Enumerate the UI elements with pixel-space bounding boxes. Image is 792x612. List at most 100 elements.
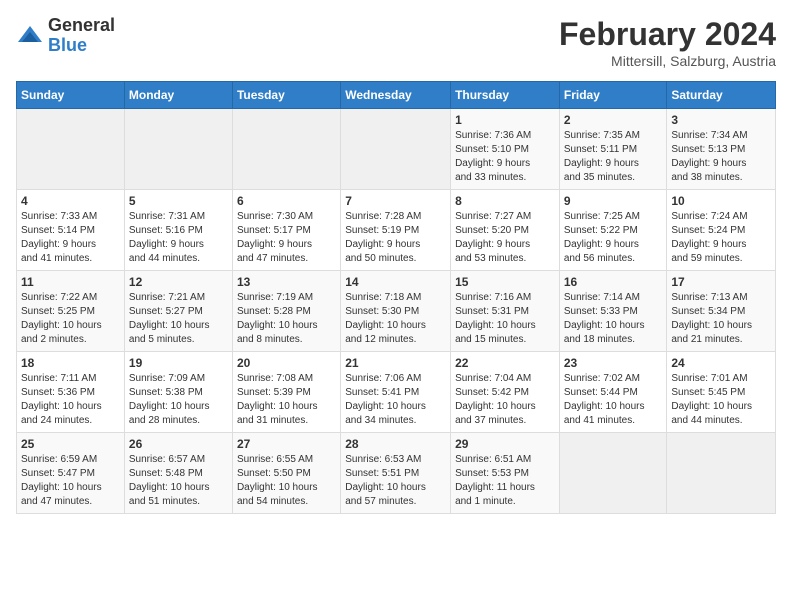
day-number: 16 bbox=[564, 275, 663, 289]
table-row: 14 Sunrise: 7:18 AM Sunset: 5:30 PM Dayli… bbox=[341, 271, 451, 352]
day-number: 22 bbox=[455, 356, 555, 370]
header-thursday: Thursday bbox=[451, 82, 560, 109]
table-row: 3 Sunrise: 7:34 AM Sunset: 5:13 PM Daylig… bbox=[667, 109, 776, 190]
day-number: 9 bbox=[564, 194, 663, 208]
header-row: Sunday Monday Tuesday Wednesday Thursday… bbox=[17, 82, 776, 109]
header-friday: Friday bbox=[559, 82, 667, 109]
day-info: Sunrise: 7:08 AM Sunset: 5:39 PM Dayligh… bbox=[237, 372, 336, 428]
day-info: Sunrise: 7:01 AM Sunset: 5:45 PM Dayligh… bbox=[671, 372, 771, 428]
calendar-week-row: 4 Sunrise: 7:33 AM Sunset: 5:14 PM Daylig… bbox=[17, 190, 776, 271]
calendar: Sunday Monday Tuesday Wednesday Thursday… bbox=[16, 81, 776, 514]
day-info: Sunrise: 6:55 AM Sunset: 5:50 PM Dayligh… bbox=[237, 453, 336, 509]
day-number: 17 bbox=[671, 275, 771, 289]
day-info: Sunrise: 7:02 AM Sunset: 5:44 PM Dayligh… bbox=[564, 372, 663, 428]
table-row: 12 Sunrise: 7:21 AM Sunset: 5:27 PM Dayli… bbox=[124, 271, 232, 352]
day-number: 2 bbox=[564, 113, 663, 127]
day-info: Sunrise: 7:33 AM Sunset: 5:14 PM Dayligh… bbox=[21, 210, 120, 266]
calendar-week-row: 1Sunrise: 7:36 AM Sunset: 5:10 PM Daylig… bbox=[17, 109, 776, 190]
day-info: Sunrise: 7:16 AM Sunset: 5:31 PM Dayligh… bbox=[455, 291, 555, 347]
day-info: Sunrise: 7:30 AM Sunset: 5:17 PM Dayligh… bbox=[237, 210, 336, 266]
table-row: 7Sunrise: 7:28 AM Sunset: 5:19 PM Daylig… bbox=[341, 190, 451, 271]
logo-icon bbox=[16, 22, 44, 50]
table-row: 10 Sunrise: 7:24 AM Sunset: 5:24 PM Dayli… bbox=[667, 190, 776, 271]
day-number: 11 bbox=[21, 275, 120, 289]
table-row: 15Sunrise: 7:16 AM Sunset: 5:31 PM Dayli… bbox=[451, 271, 560, 352]
table-row: 8Sunrise: 7:27 AM Sunset: 5:20 PM Daylig… bbox=[451, 190, 560, 271]
table-row: 29 Sunrise: 6:51 AM Sunset: 5:53 PM Dayli… bbox=[451, 433, 560, 514]
table-row: 2 Sunrise: 7:35 AM Sunset: 5:11 PM Daylig… bbox=[559, 109, 667, 190]
day-info: Sunrise: 7:25 AM Sunset: 5:22 PM Dayligh… bbox=[564, 210, 663, 266]
day-number: 8 bbox=[455, 194, 555, 208]
day-number: 6 bbox=[237, 194, 336, 208]
table-row: 9 Sunrise: 7:25 AM Sunset: 5:22 PM Daylig… bbox=[559, 190, 667, 271]
day-info: Sunrise: 7:14 AM Sunset: 5:33 PM Dayligh… bbox=[564, 291, 663, 347]
day-number: 7 bbox=[345, 194, 446, 208]
table-row: 1Sunrise: 7:36 AM Sunset: 5:10 PM Daylig… bbox=[451, 109, 560, 190]
day-number: 23 bbox=[564, 356, 663, 370]
day-number: 1 bbox=[455, 113, 555, 127]
header-tuesday: Tuesday bbox=[232, 82, 340, 109]
day-number: 27 bbox=[237, 437, 336, 451]
table-row: 26Sunrise: 6:57 AM Sunset: 5:48 PM Dayli… bbox=[124, 433, 232, 514]
table-row: 21Sunrise: 7:06 AM Sunset: 5:41 PM Dayli… bbox=[341, 352, 451, 433]
table-row: 13Sunrise: 7:19 AM Sunset: 5:28 PM Dayli… bbox=[232, 271, 340, 352]
day-number: 18 bbox=[21, 356, 120, 370]
table-row bbox=[667, 433, 776, 514]
day-info: Sunrise: 7:11 AM Sunset: 5:36 PM Dayligh… bbox=[21, 372, 120, 428]
calendar-header: Sunday Monday Tuesday Wednesday Thursday… bbox=[17, 82, 776, 109]
table-row: 4 Sunrise: 7:33 AM Sunset: 5:14 PM Daylig… bbox=[17, 190, 125, 271]
calendar-body: 1Sunrise: 7:36 AM Sunset: 5:10 PM Daylig… bbox=[17, 109, 776, 514]
day-info: Sunrise: 6:59 AM Sunset: 5:47 PM Dayligh… bbox=[21, 453, 120, 509]
day-number: 4 bbox=[21, 194, 120, 208]
day-info: Sunrise: 7:24 AM Sunset: 5:24 PM Dayligh… bbox=[671, 210, 771, 266]
day-number: 25 bbox=[21, 437, 120, 451]
day-number: 3 bbox=[671, 113, 771, 127]
table-row: 20Sunrise: 7:08 AM Sunset: 5:39 PM Dayli… bbox=[232, 352, 340, 433]
table-row: 11 Sunrise: 7:22 AM Sunset: 5:25 PM Dayli… bbox=[17, 271, 125, 352]
table-row bbox=[17, 109, 125, 190]
calendar-week-row: 25 Sunrise: 6:59 AM Sunset: 5:47 PM Dayli… bbox=[17, 433, 776, 514]
day-info: Sunrise: 7:18 AM Sunset: 5:30 PM Dayligh… bbox=[345, 291, 446, 347]
day-number: 28 bbox=[345, 437, 446, 451]
table-row: 23 Sunrise: 7:02 AM Sunset: 5:44 PM Dayli… bbox=[559, 352, 667, 433]
table-row: 6 Sunrise: 7:30 AM Sunset: 5:17 PM Daylig… bbox=[232, 190, 340, 271]
day-number: 10 bbox=[671, 194, 771, 208]
day-info: Sunrise: 7:09 AM Sunset: 5:38 PM Dayligh… bbox=[129, 372, 228, 428]
location: Mittersill, Salzburg, Austria bbox=[559, 53, 776, 69]
table-row: 28 Sunrise: 6:53 AM Sunset: 5:51 PM Dayli… bbox=[341, 433, 451, 514]
day-info: Sunrise: 7:21 AM Sunset: 5:27 PM Dayligh… bbox=[129, 291, 228, 347]
header-sunday: Sunday bbox=[17, 82, 125, 109]
table-row bbox=[341, 109, 451, 190]
table-row bbox=[124, 109, 232, 190]
header-monday: Monday bbox=[124, 82, 232, 109]
day-info: Sunrise: 6:53 AM Sunset: 5:51 PM Dayligh… bbox=[345, 453, 446, 509]
day-number: 21 bbox=[345, 356, 446, 370]
day-info: Sunrise: 7:34 AM Sunset: 5:13 PM Dayligh… bbox=[671, 129, 771, 185]
logo: General Blue bbox=[16, 16, 115, 56]
calendar-week-row: 18 Sunrise: 7:11 AM Sunset: 5:36 PM Dayli… bbox=[17, 352, 776, 433]
table-row bbox=[232, 109, 340, 190]
calendar-week-row: 11 Sunrise: 7:22 AM Sunset: 5:25 PM Dayli… bbox=[17, 271, 776, 352]
table-row: 17Sunrise: 7:13 AM Sunset: 5:34 PM Dayli… bbox=[667, 271, 776, 352]
day-number: 12 bbox=[129, 275, 228, 289]
day-info: Sunrise: 7:35 AM Sunset: 5:11 PM Dayligh… bbox=[564, 129, 663, 185]
logo-general: General bbox=[48, 16, 115, 36]
header-saturday: Saturday bbox=[667, 82, 776, 109]
logo-blue: Blue bbox=[48, 36, 115, 56]
day-info: Sunrise: 7:22 AM Sunset: 5:25 PM Dayligh… bbox=[21, 291, 120, 347]
day-info: Sunrise: 6:51 AM Sunset: 5:53 PM Dayligh… bbox=[455, 453, 555, 509]
table-row: 27 Sunrise: 6:55 AM Sunset: 5:50 PM Dayli… bbox=[232, 433, 340, 514]
table-row: 22Sunrise: 7:04 AM Sunset: 5:42 PM Dayli… bbox=[451, 352, 560, 433]
page-header: General Blue February 2024 Mittersill, S… bbox=[16, 16, 776, 69]
day-info: Sunrise: 7:19 AM Sunset: 5:28 PM Dayligh… bbox=[237, 291, 336, 347]
table-row: 16 Sunrise: 7:14 AM Sunset: 5:33 PM Dayli… bbox=[559, 271, 667, 352]
day-number: 29 bbox=[455, 437, 555, 451]
day-number: 24 bbox=[671, 356, 771, 370]
month-title: February 2024 bbox=[559, 16, 776, 53]
header-wednesday: Wednesday bbox=[341, 82, 451, 109]
day-info: Sunrise: 6:57 AM Sunset: 5:48 PM Dayligh… bbox=[129, 453, 228, 509]
day-number: 19 bbox=[129, 356, 228, 370]
day-number: 14 bbox=[345, 275, 446, 289]
logo-text: General Blue bbox=[48, 16, 115, 56]
table-row: 24 Sunrise: 7:01 AM Sunset: 5:45 PM Dayli… bbox=[667, 352, 776, 433]
